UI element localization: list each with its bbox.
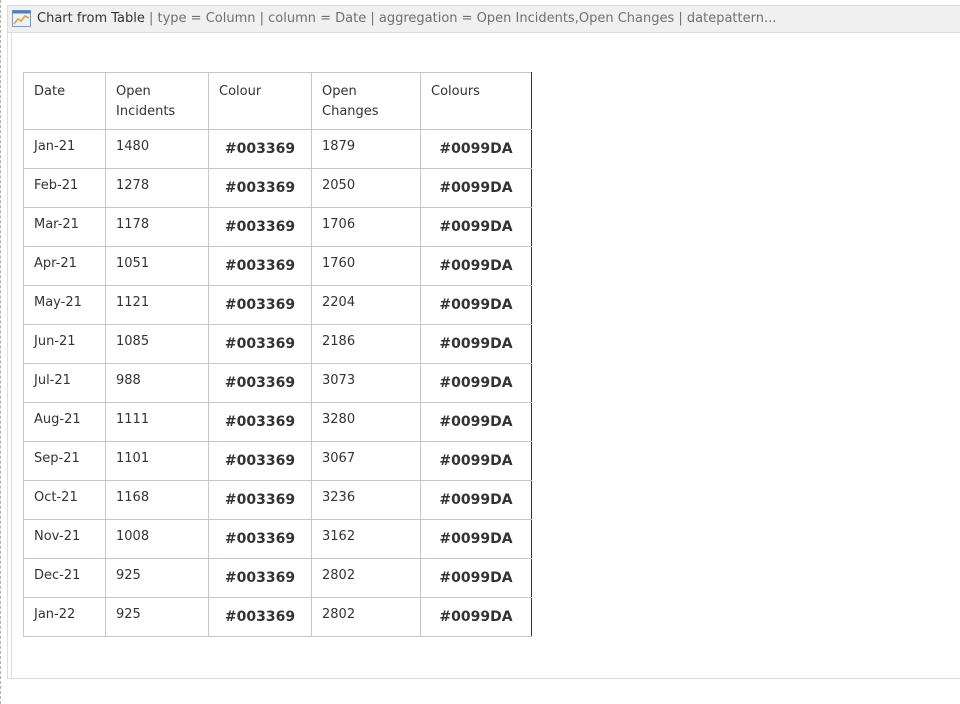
date-cell: Jan-22: [23, 597, 106, 637]
open-changes-cell: 2204: [311, 285, 421, 325]
open-incidents-cell: 1008: [105, 519, 209, 559]
table-row: Mar-21 1178 #003369 1706 #0099DA: [23, 207, 532, 247]
colours-cell: #0099DA: [420, 246, 532, 286]
table-row: Apr-21 1051 #003369 1760 #0099DA: [23, 246, 532, 286]
date-cell: Jan-21: [23, 129, 106, 169]
header-date: Date: [23, 72, 106, 130]
header-colours: Colours: [420, 72, 532, 130]
date-cell: Jun-21: [23, 324, 106, 364]
open-incidents-cell: 1278: [105, 168, 209, 208]
header-open-changes: Open Changes: [311, 72, 421, 130]
colours-cell: #0099DA: [420, 285, 532, 325]
open-incidents-cell: 988: [105, 363, 209, 403]
colour-cell: #003369: [208, 324, 312, 364]
table-body: Jan-21 1480 #003369 1879 #0099DA Feb-21 1278 #0…: [23, 129, 532, 637]
open-changes-cell: 2050: [311, 168, 421, 208]
open-changes-cell: 2802: [311, 558, 421, 598]
colours-cell: #0099DA: [420, 558, 532, 598]
colours-cell: #0099DA: [420, 519, 532, 559]
open-incidents-cell: 1121: [105, 285, 209, 325]
open-changes-cell: 2186: [311, 324, 421, 364]
open-changes-cell: 1879: [311, 129, 421, 169]
date-cell: Sep-21: [23, 441, 106, 481]
open-incidents-cell: 1085: [105, 324, 209, 364]
colours-cell: #0099DA: [420, 363, 532, 403]
colours-cell: #0099DA: [420, 324, 532, 364]
open-incidents-cell: 1101: [105, 441, 209, 481]
date-cell: Aug-21: [23, 402, 106, 442]
date-cell: Nov-21: [23, 519, 106, 559]
colour-cell: #003369: [208, 129, 312, 169]
colour-cell: #003369: [208, 246, 312, 286]
table-row: Feb-21 1278 #003369 2050 #0099DA: [23, 168, 532, 208]
open-incidents-cell: 1051: [105, 246, 209, 286]
table-row: Nov-21 1008 #003369 3162 #0099DA: [23, 519, 532, 559]
chart-icon: [12, 10, 31, 27]
date-cell: May-21: [23, 285, 106, 325]
date-cell: Oct-21: [23, 480, 106, 520]
macro-parameters: | type = Column | column = Date | aggreg…: [144, 11, 777, 26]
open-changes-cell: 3067: [311, 441, 421, 481]
open-incidents-cell: 925: [105, 597, 209, 637]
table-row: May-21 1121 #003369 2204 #0099DA: [23, 285, 532, 325]
macro-title: Chart from Table | type = Column | colum…: [37, 11, 776, 27]
colours-cell: #0099DA: [420, 168, 532, 208]
colour-cell: #003369: [208, 207, 312, 247]
open-changes-cell: 3073: [311, 363, 421, 403]
colours-cell: #0099DA: [420, 480, 532, 520]
macro-body-border: [11, 33, 12, 678]
colour-cell: #003369: [208, 519, 312, 559]
header-colour: Colour: [208, 72, 312, 130]
colour-cell: #003369: [208, 441, 312, 481]
colours-cell: #0099DA: [420, 207, 532, 247]
open-changes-cell: 1706: [311, 207, 421, 247]
colour-cell: #003369: [208, 402, 312, 442]
date-cell: Apr-21: [23, 246, 106, 286]
date-cell: Dec-21: [23, 558, 106, 598]
open-incidents-cell: 1480: [105, 129, 209, 169]
date-cell: Feb-21: [23, 168, 106, 208]
open-changes-cell: 1760: [311, 246, 421, 286]
open-changes-cell: 2802: [311, 597, 421, 637]
table-row: Dec-21 925 #003369 2802 #0099DA: [23, 558, 532, 598]
table-row: Aug-21 1111 #003369 3280 #0099DA: [23, 402, 532, 442]
colour-cell: #003369: [208, 558, 312, 598]
macro-placeholder-header[interactable]: Chart from Table | type = Column | colum…: [8, 6, 960, 33]
open-changes-cell: 3280: [311, 402, 421, 442]
open-incidents-cell: 1111: [105, 402, 209, 442]
colours-cell: #0099DA: [420, 441, 532, 481]
colour-cell: #003369: [208, 597, 312, 637]
data-table: Date Open Incidents Colour Open Changes …: [23, 72, 532, 637]
colour-cell: #003369: [208, 285, 312, 325]
colours-cell: #0099DA: [420, 597, 532, 637]
colours-cell: #0099DA: [420, 402, 532, 442]
open-changes-cell: 3162: [311, 519, 421, 559]
macro-name: Chart from Table: [37, 11, 145, 26]
table-header-row: Date Open Incidents Colour Open Changes …: [23, 72, 532, 130]
table-row: Jun-21 1085 #003369 2186 #0099DA: [23, 324, 532, 364]
colour-cell: #003369: [208, 480, 312, 520]
table-row: Jan-22 925 #003369 2802 #0099DA: [23, 597, 532, 637]
table-row: Oct-21 1168 #003369 3236 #0099DA: [23, 480, 532, 520]
colour-cell: #003369: [208, 168, 312, 208]
open-incidents-cell: 1178: [105, 207, 209, 247]
table-row: Jul-21 988 #003369 3073 #0099DA: [23, 363, 532, 403]
page-edge-guide: [0, 0, 2, 704]
table-row: Jan-21 1480 #003369 1879 #0099DA: [23, 129, 532, 169]
open-changes-cell: 3236: [311, 480, 421, 520]
table-row: Sep-21 1101 #003369 3067 #0099DA: [23, 441, 532, 481]
colour-cell: #003369: [208, 363, 312, 403]
open-incidents-cell: 925: [105, 558, 209, 598]
date-cell: Jul-21: [23, 363, 106, 403]
colours-cell: #0099DA: [420, 129, 532, 169]
header-open-incidents: Open Incidents: [105, 72, 209, 130]
open-incidents-cell: 1168: [105, 480, 209, 520]
date-cell: Mar-21: [23, 207, 106, 247]
